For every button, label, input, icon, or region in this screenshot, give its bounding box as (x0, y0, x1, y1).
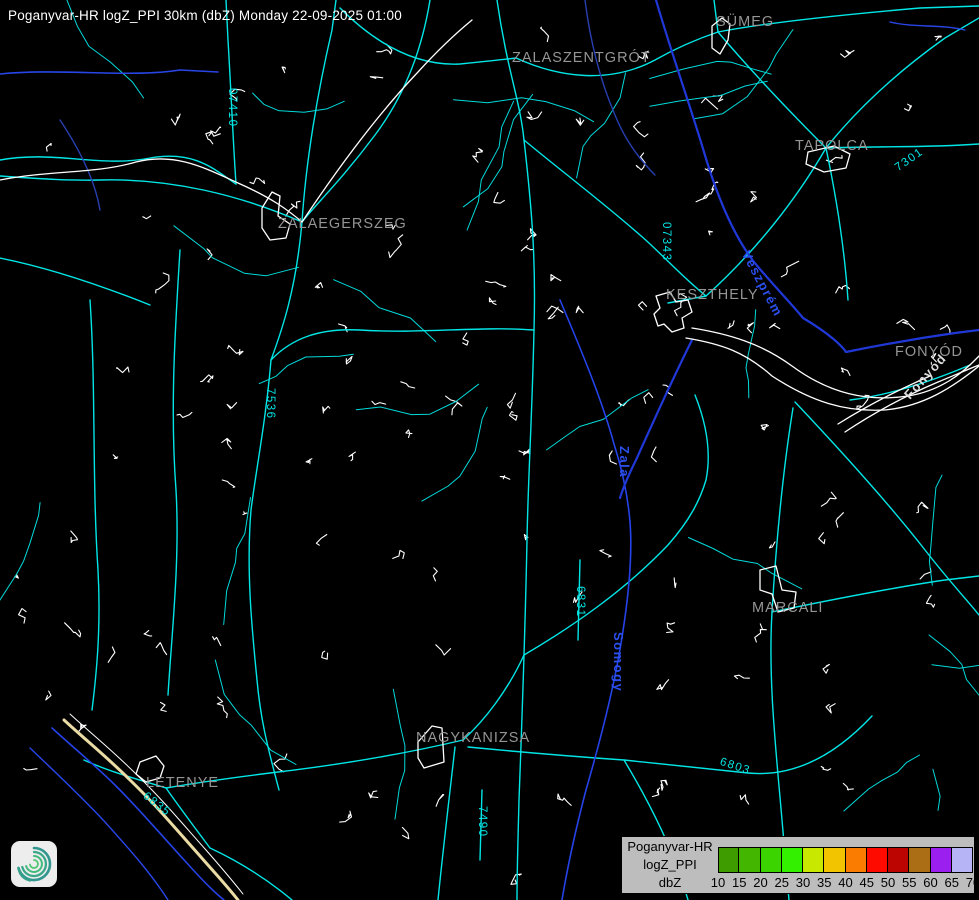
city-label: FONYÓD (895, 344, 963, 360)
legend-tick: 40 (838, 875, 852, 890)
legend-tick: 25 (775, 875, 789, 890)
legend-swatch (909, 847, 930, 873)
legend-swatch (888, 847, 909, 873)
legend-tick: 15 (732, 875, 746, 890)
legend-swatch (739, 847, 760, 873)
legend-unit: dbZ (622, 874, 718, 892)
city-label: ZALASZENTGRÓT (512, 50, 651, 66)
city-label: ZALAEGERSZEG (278, 216, 407, 232)
legend-swatch (931, 847, 952, 873)
city-label: MARCALI (752, 600, 823, 616)
road-number-label: 07343 (660, 222, 672, 261)
legend-radar-name: Poganyvar-HR (622, 838, 718, 856)
legend-swatch (846, 847, 867, 873)
road-number-label: 6831 (574, 586, 586, 618)
road-number-label: 7536 (264, 388, 276, 420)
city-label: SÜMEG (716, 14, 774, 30)
dbz-legend: Poganyvar-HR logZ_PPI dbZ 10 15 20 25 30 35 40… (621, 836, 975, 894)
legend-tick: 45 (860, 875, 874, 890)
legend-tick: 30 (796, 875, 810, 890)
legend-swatch (782, 847, 803, 873)
legend-tick: 20 (753, 875, 767, 890)
road-number-label: 07410 (226, 88, 238, 127)
legend-swatch (718, 847, 739, 873)
spiral-icon (11, 841, 57, 887)
legend-tick: 35 (817, 875, 831, 890)
water-boundary-label: Somogy (611, 632, 626, 692)
legend-product-name: logZ_PPI (622, 856, 718, 874)
legend-text-block: Poganyvar-HR logZ_PPI dbZ (622, 838, 718, 892)
radar-map-viewport: Poganyvar-HR logZ_PPI 30km (dbZ) Monday … (0, 0, 979, 900)
radar-product-title: Poganyvar-HR logZ_PPI 30km (dbZ) Monday … (8, 8, 402, 23)
city-label: LETENYE (146, 775, 219, 791)
radar-map-canvas (0, 0, 979, 900)
legend-colorbar (718, 847, 973, 873)
road-network (0, 0, 979, 900)
legend-tick: 55 (902, 875, 916, 890)
water-boundary-label: Zala (617, 446, 632, 478)
legend-swatch (803, 847, 824, 873)
legend-tick: 10 (711, 875, 725, 890)
city-label: NAGYKANIZSA (416, 730, 530, 746)
legend-tick: 50 (881, 875, 895, 890)
legend-swatch (761, 847, 782, 873)
legend-swatch (824, 847, 845, 873)
rivers-and-boundaries (0, 0, 979, 900)
shorelines-railways (0, 18, 979, 782)
legend-swatch (867, 847, 888, 873)
legend-tick: 65 (945, 875, 959, 890)
legend-swatch (952, 847, 973, 873)
road-number-label: 7490 (476, 806, 488, 838)
hungaromet-spiral-logo (11, 841, 57, 887)
city-label: TAPOLCA (795, 138, 869, 154)
legend-tick: 60 (923, 875, 937, 890)
city-label: KESZTHELY (666, 287, 759, 303)
legend-tick: 70 (966, 875, 979, 890)
